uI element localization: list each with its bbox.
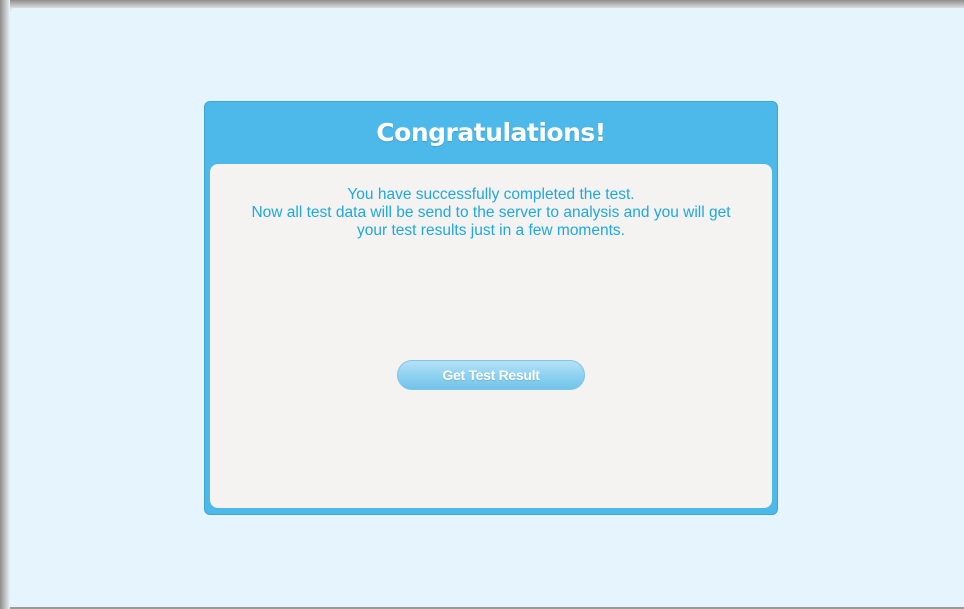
completion-message: You have successfully completed the test… <box>210 186 772 240</box>
window-shadow-left <box>0 0 10 609</box>
dialog-title: Congratulations! <box>376 118 606 147</box>
dialog-body: You have successfully completed the test… <box>210 164 772 508</box>
message-line-1: You have successfully completed the test… <box>347 186 635 203</box>
get-test-result-button[interactable]: Get Test Result <box>397 360 585 390</box>
message-line-2: Now all test data will be send to the se… <box>251 204 731 221</box>
message-line-3: your test results just in a few moments. <box>357 222 625 239</box>
congratulations-dialog: Congratulations! You have successfully c… <box>204 101 778 515</box>
